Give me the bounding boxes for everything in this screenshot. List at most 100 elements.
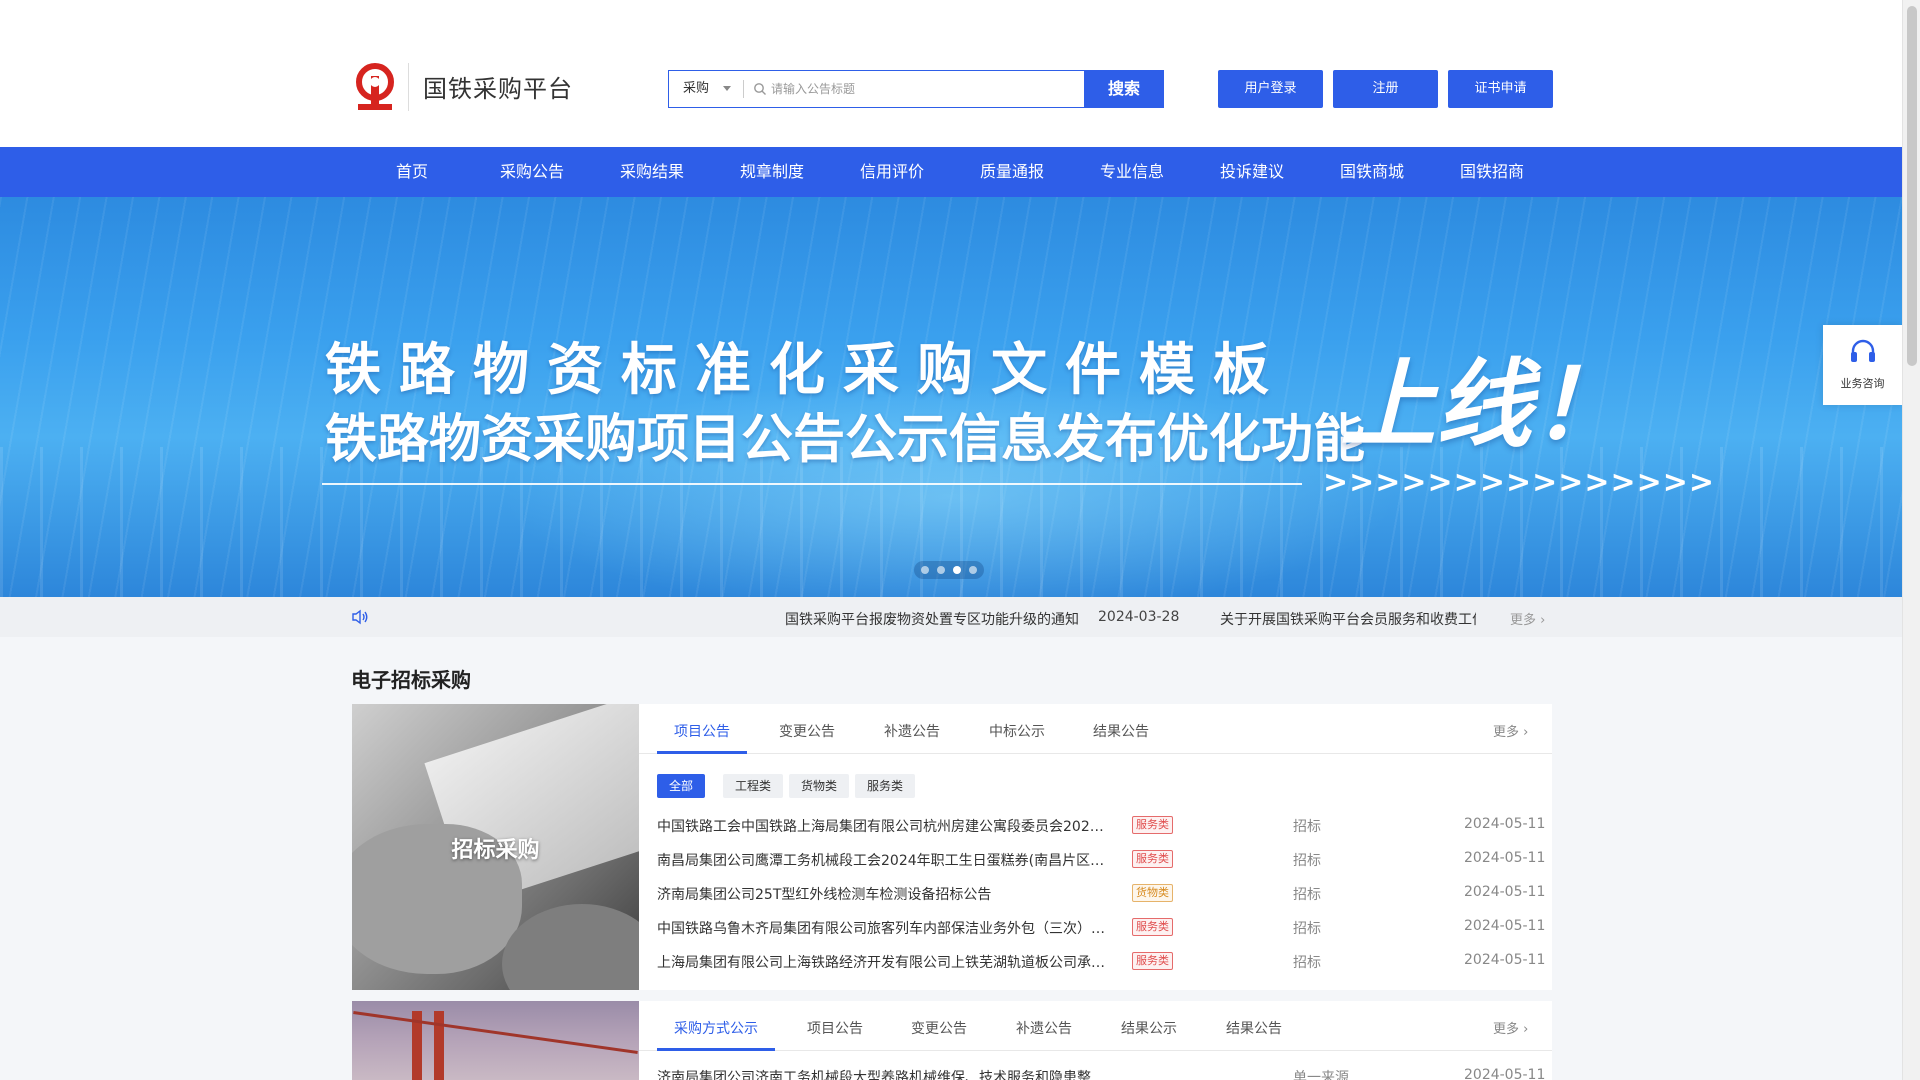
bridge-tower-shape-2 [434,1011,444,1080]
category-badge: 服务类 [1132,850,1173,868]
row-method: 单一来源 [1293,1070,1349,1080]
row-method: 招标 [1293,921,1321,937]
hero-banner[interactable]: 铁路物资标准化采购文件模板 铁路物资采购项目公告公示信息发布优化功能 上线！ >… [0,197,1902,597]
banner-rule [322,483,1302,485]
chip-all[interactable]: 全部 [657,774,706,798]
page-scrollbar[interactable] [1902,0,1920,1080]
chevron-down-icon [723,86,731,91]
nav-item-home[interactable]: 首页 [352,147,472,197]
row-date: 2024-05-11 [1464,884,1546,900]
headset-icon [1851,339,1875,362]
chevron-right-icon: › [1523,1022,1529,1037]
register-button[interactable]: 注册 [1333,70,1438,108]
row-title[interactable]: 中国铁路工会中国铁路上海局集团有限公司杭州房建公寓段委员会2024年职工生日蛋糕… [657,816,1109,836]
table-row[interactable]: 济南局集团公司济南工务机械段大型养路机械维保、技术服务和隐患整治项目采购 单一来… [657,1063,1545,1080]
carousel-dot-2[interactable] [937,566,945,574]
tab-supplement-notice[interactable]: 补遗公告 [884,721,940,741]
certificate-apply-button[interactable]: 证书申请 [1448,70,1553,108]
procurement-more-label: 更多 [1493,1022,1520,1037]
search-button[interactable]: 搜索 [1084,70,1164,108]
tab-result-notice[interactable]: 结果公告 [1093,721,1149,741]
nav-item-procurement-results[interactable]: 采购结果 [592,147,712,197]
bridge-cable-shape [353,1011,638,1054]
nav-item-complaints[interactable]: 投诉建议 [1192,147,1312,197]
notice-bar: 国铁采购平台报废物资处置专区功能升级的通知 2024-03-28 关于开展国铁采… [0,597,1902,637]
row-method: 招标 [1293,853,1321,869]
table-row[interactable]: 济南局集团公司25T型红外线检测车检测设备招标公告 货物类 招标 2024-05… [657,880,1545,904]
notice-item-1-date: 2024-03-28 [1098,609,1180,625]
tab-change-notice[interactable]: 变更公告 [779,721,835,741]
carousel-dots [914,561,984,579]
tab-result-announcement[interactable]: 结果公示 [1121,1018,1177,1038]
category-badge: 服务类 [1132,816,1173,834]
tab-project-notice[interactable]: 项目公告 [807,1018,863,1038]
business-consult-widget[interactable]: 业务咨询 [1823,325,1902,405]
section-title: 电子招标采购 [351,668,471,692]
tab-supplement-notice[interactable]: 补遗公告 [1016,1018,1072,1038]
carousel-dot-1[interactable] [921,566,929,574]
procurement-image[interactable] [352,1001,639,1080]
nav-item-professional-info[interactable]: 专业信息 [1072,147,1192,197]
row-title[interactable]: 上海局集团有限公司上海铁路经济开发有限公司上铁芜湖轨道板公司承包项目 [657,952,1109,972]
procurement-panel: 采购方式公示 项目公告 变更公告 补遗公告 结果公示 结果公告 更多 › 济南局… [639,1001,1552,1080]
nav-item-quality-report[interactable]: 质量通报 [952,147,1072,197]
row-date: 2024-05-11 [1464,918,1546,934]
login-button[interactable]: 用户登录 [1218,70,1323,108]
category-badge: 服务类 [1132,918,1173,936]
site-header: 国铁采购平台 采购 搜索 用户登录 注册 证书申请 [0,0,1902,147]
row-title[interactable]: 南昌局集团公司鹰潭工务机械段工会2024年职工生日蛋糕券(南昌片区)采购项目 [657,850,1109,870]
tab-change-notice[interactable]: 变更公告 [911,1018,967,1038]
table-row[interactable]: 上海局集团有限公司上海铁路经济开发有限公司上铁芜湖轨道板公司承包项目 服务类 招… [657,948,1545,972]
search-box: 采购 [668,70,1084,108]
notice-item-2[interactable]: 关于开展国铁采购平台会员服务和收费工作 [1220,609,1476,629]
chip-services[interactable]: 服务类 [855,774,916,798]
table-row[interactable]: 中国铁路工会中国铁路上海局集团有限公司杭州房建公寓段委员会2024年职工生日蛋糕… [657,812,1545,836]
row-title[interactable]: 济南局集团公司25T型红外线检测车检测设备招标公告 [657,884,1109,904]
row-title[interactable]: 中国铁路乌鲁木齐局集团有限公司旅客列车内部保洁业务外包（三次）招标公告 [657,918,1109,938]
chip-engineering[interactable]: 工程类 [723,774,784,798]
image-hand-shape-2 [502,904,639,990]
chevron-right-icon: › [1523,725,1529,740]
active-tab-underline [657,1048,775,1051]
category-badge: 服务类 [1132,952,1173,970]
speaker-icon [352,609,368,625]
row-method: 招标 [1293,887,1321,903]
carousel-dot-4[interactable] [969,566,977,574]
logo-divider [408,63,409,111]
procurement-more-link[interactable]: 更多 › [1493,1018,1528,1037]
tab-result-notice[interactable]: 结果公告 [1226,1018,1282,1038]
nav-item-regulations[interactable]: 规章制度 [712,147,832,197]
row-date: 2024-05-11 [1464,850,1546,866]
row-date: 2024-05-11 [1464,816,1546,832]
banner-headline-2: 铁路物资采购项目公告公示信息发布优化功能 [325,410,1366,470]
row-method: 招标 [1293,955,1321,971]
nav-item-investment[interactable]: 国铁招商 [1432,147,1552,197]
nav-item-credit-rating[interactable]: 信用评价 [832,147,952,197]
notice-item-1[interactable]: 国铁采购平台报废物资处置专区功能升级的通知 [785,609,1079,629]
search-type-select[interactable]: 采购 [669,71,743,107]
nav-item-procurement-notices[interactable]: 采购公告 [472,147,592,197]
notice-more-link[interactable]: 更多 › [1510,609,1545,628]
nav-item-mall[interactable]: 国铁商城 [1312,147,1432,197]
category-badge: 货物类 [1132,884,1173,902]
tab-procurement-method[interactable]: 采购方式公示 [674,1018,758,1038]
chevron-right-icon: › [1540,613,1546,628]
scrollbar-thumb[interactable] [1907,6,1917,366]
carousel-dot-3[interactable] [953,566,961,574]
consult-label: 业务咨询 [1840,377,1885,390]
site-title[interactable]: 国铁采购平台 [423,69,573,104]
chip-goods[interactable]: 货物类 [789,774,850,798]
procurement-tabs: 采购方式公示 项目公告 变更公告 补遗公告 结果公示 结果公告 更多 › [639,1001,1552,1051]
tender-image[interactable]: 招标采购 [352,704,639,990]
table-row[interactable]: 南昌局集团公司鹰潭工务机械段工会2024年职工生日蛋糕券(南昌片区)采购项目 服… [657,846,1545,870]
notice-more-label: 更多 [1510,613,1537,628]
tab-award-announcement[interactable]: 中标公示 [989,721,1045,741]
row-method: 招标 [1293,819,1321,835]
row-date: 2024-05-11 [1464,1067,1546,1080]
row-title[interactable]: 济南局集团公司济南工务机械段大型养路机械维保、技术服务和隐患整治项目采购 [657,1067,1109,1080]
tab-project-notice[interactable]: 项目公告 [674,721,730,741]
table-row[interactable]: 中国铁路乌鲁木齐局集团有限公司旅客列车内部保洁业务外包（三次）招标公告 服务类 … [657,914,1545,938]
search-input[interactable] [771,73,1071,105]
railway-logo-icon[interactable] [352,62,398,112]
tender-more-link[interactable]: 更多 › [1493,721,1528,740]
